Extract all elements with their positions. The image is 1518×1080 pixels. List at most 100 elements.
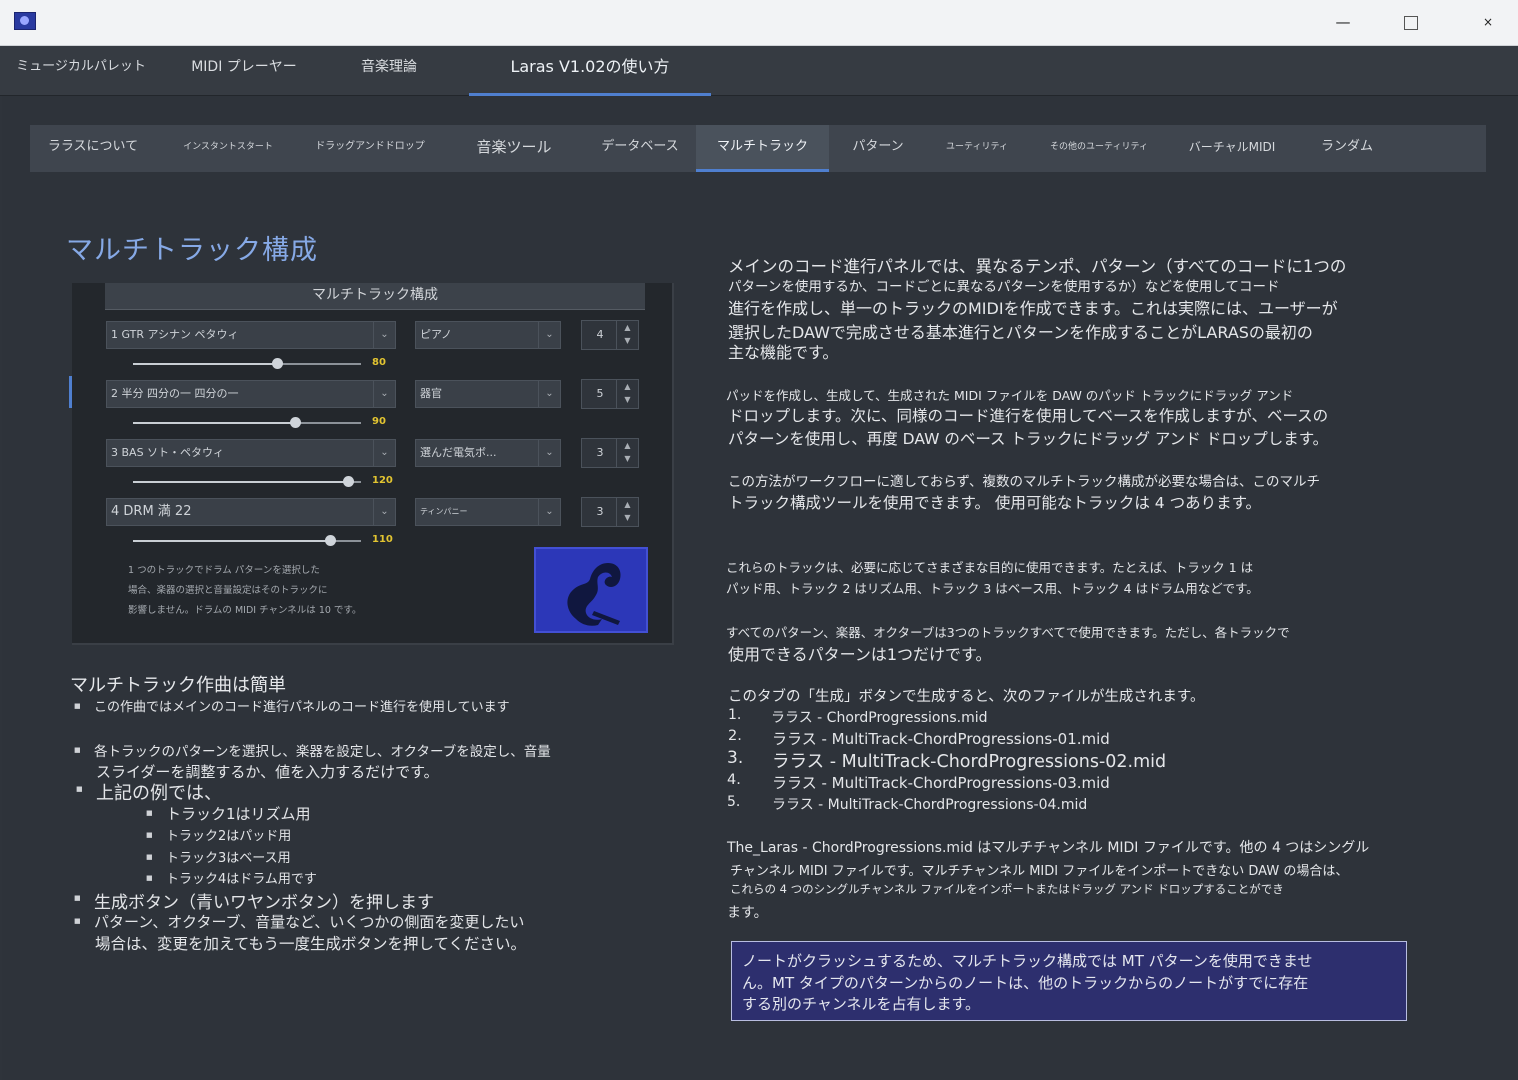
chevron-down-icon: ⌄ — [373, 322, 395, 348]
instrument-select[interactable]: ピアノ ⌄ — [415, 321, 561, 349]
instrument-select[interactable]: ティンパニー ⌄ — [415, 498, 561, 526]
page-title: マルチトラック構成 — [66, 235, 318, 266]
sub-bullet-item: トラック1はリズム用 — [146, 803, 310, 824]
paragraph-line: この方法がワークフローに適しておらず、複数のマルチトラック構成が必要な場合は、こ… — [728, 474, 1320, 490]
volume-slider[interactable] — [133, 535, 361, 546]
volume-slider-knob[interactable] — [271, 358, 283, 369]
chevron-down-icon: ⌄ — [373, 440, 395, 466]
paragraph-line: ドロップします。次に、同様のコード進行を使用してベースを作成しますが、ベースの — [728, 407, 1329, 425]
pattern-select[interactable]: 1 GTR アシナン ペタウィ ⌄ — [106, 321, 396, 349]
instrument-select[interactable]: 選んだ電気ボ... ⌄ — [415, 439, 561, 467]
pattern-select[interactable]: 4 DRM 満 22 ⌄ — [106, 498, 396, 526]
octave-value: 3 — [596, 505, 604, 518]
volume-slider-fill — [133, 422, 295, 424]
panel-header: マルチトラック構成 — [105, 283, 645, 310]
file-name: ララス - MultiTrack-ChordProgressions-01.mi… — [772, 730, 1110, 748]
bullet-item: この作曲ではメインのコード進行パネルのコード進行を使用しています — [74, 696, 510, 715]
left-heading: マルチトラック作曲は簡単 — [70, 675, 286, 696]
volume-slider[interactable] — [133, 417, 361, 428]
octave-value: 4 — [596, 328, 604, 341]
sub-bullet-item: トラック4はドラム用です — [146, 868, 317, 887]
chevron-down-icon: ⌄ — [538, 381, 560, 407]
up-down-stepper-icon[interactable]: ▲ ▼ — [616, 321, 638, 349]
subtab-database[interactable]: データベース — [590, 125, 690, 172]
multitrack-panel-image: マルチトラック構成 1 GTR アシナン ペタウィ ⌄ ピアノ ⌄ 4 ▲ ▼ 80 2 半分 … — [72, 283, 674, 645]
up-down-stepper-icon[interactable]: ▲ ▼ — [616, 380, 638, 408]
list-number: 4. — [727, 772, 741, 788]
chevron-down-icon: ⌄ — [538, 440, 560, 466]
instrument-select-value: ピアノ — [420, 328, 453, 341]
volume-value: 90 — [372, 416, 386, 427]
paragraph-line: パターンを使用し、再度 DAW のベース トラックにドラッグ アンド ドロップし… — [728, 430, 1329, 448]
tab-musical-palette[interactable]: ミュージカルパレット — [14, 46, 148, 96]
instrument-select-value: 選んだ電気ボ... — [420, 446, 497, 459]
bullet-item: 各トラックのパターンを選択し、楽器を設定し、オクターブを設定し、音量 — [74, 740, 551, 760]
volume-value: 120 — [372, 475, 393, 486]
list-number: 3. — [727, 748, 744, 768]
tab-music-theory[interactable]: 音楽理論 — [344, 46, 434, 96]
minimize-button[interactable]: — — [1325, 8, 1361, 36]
subtab-pattern[interactable]: パターン — [838, 125, 918, 172]
sub-tab-bar: ララスについて インスタントスタート ドラッグアンドドロップ 音楽ツール データ… — [30, 125, 1486, 172]
volume-value: 80 — [372, 357, 386, 368]
subtab-other-utility[interactable]: その他のユーティリティ — [1036, 125, 1162, 172]
maximize-icon — [1404, 15, 1418, 30]
pattern-select-value: 1 GTR アシナン ペタウィ — [111, 328, 239, 341]
tab-how-to-use[interactable]: Laras V1.02の使い方 — [469, 46, 711, 96]
paragraph-line: これらの 4 つのシングルチャンネル ファイルをインポートまたはドラッグ アンド… — [730, 882, 1284, 896]
pattern-select-value: 3 BAS ソト・ペタウィ — [111, 446, 225, 459]
list-number: 1. — [728, 707, 742, 723]
paragraph-line: パターンを使用するか、コードごとに異なるパターンを使用するか）などを使用してコー… — [728, 279, 1280, 295]
chevron-down-icon: ⌄ — [538, 322, 560, 348]
pattern-select-value: 4 DRM 満 22 — [111, 504, 192, 519]
volume-slider[interactable] — [133, 358, 361, 369]
instrument-select[interactable]: 器官 ⌄ — [415, 380, 561, 408]
subtab-instant-start[interactable]: インスタントスタート — [174, 125, 282, 172]
generate-button — [534, 547, 648, 633]
pattern-select[interactable]: 3 BAS ソト・ペタウィ ⌄ — [106, 439, 396, 467]
octave-stepper[interactable]: 3 ▲ ▼ — [581, 497, 639, 527]
warning-line: ノートがクラッシュするため、マルチトラック構成では MT パターンを使用できませ — [742, 952, 1313, 970]
subtab-multitrack[interactable]: マルチトラック — [696, 125, 829, 172]
chevron-down-icon: ⌄ — [373, 381, 395, 407]
paragraph-line: 主な機能です。 — [728, 343, 839, 362]
list-number: 2. — [728, 728, 742, 744]
octave-stepper[interactable]: 3 ▲ ▼ — [581, 438, 639, 468]
octave-stepper[interactable]: 5 ▲ ▼ — [581, 379, 639, 409]
volume-value: 110 — [372, 534, 393, 545]
volume-slider-fill — [133, 540, 331, 542]
up-down-stepper-icon[interactable]: ▲ ▼ — [616, 439, 638, 467]
paragraph-line: パッドを作成し、生成して、生成された MIDI ファイルを DAW のパッド ト… — [726, 388, 1294, 403]
volume-slider-knob[interactable] — [343, 476, 355, 487]
volume-slider[interactable] — [133, 476, 361, 487]
subtab-random[interactable]: ランダム — [1312, 125, 1382, 172]
volume-slider-knob[interactable] — [325, 535, 337, 546]
instrument-select-value: 器官 — [420, 387, 442, 400]
paragraph-line: The_Laras - ChordProgressions.mid はマルチチャ… — [727, 840, 1370, 856]
subtab-virtual-midi[interactable]: バーチャルMIDI — [1180, 125, 1284, 172]
maximize-button[interactable] — [1393, 8, 1429, 36]
paragraph-line: メインのコード進行パネルでは、異なるテンポ、パターン（すべてのコードに1つの — [728, 257, 1347, 276]
chevron-down-icon: ⌄ — [373, 499, 395, 525]
close-button[interactable]: × — [1470, 8, 1506, 36]
paragraph-line: すべてのパターン、楽器、オクターブは3つのトラックすべてで使用できます。ただし、… — [726, 625, 1290, 640]
pattern-select[interactable]: 2 半分 四分の一 四分の一 ⌄ — [106, 380, 396, 408]
subtab-drag-and-drop[interactable]: ドラッグアンドドロップ — [302, 125, 438, 172]
app-logo-icon — [14, 12, 36, 30]
octave-value: 5 — [596, 387, 604, 400]
volume-slider-fill — [133, 481, 349, 483]
up-down-stepper-icon[interactable]: ▲ ▼ — [616, 498, 638, 526]
volume-slider-knob[interactable] — [289, 417, 301, 428]
panel-note-line: 1 つのトラックでドラム パターンを選択した — [128, 565, 320, 576]
octave-value: 3 — [596, 446, 604, 459]
bullet-item: 生成ボタン（青いワヤンボタン）を押します — [74, 888, 434, 913]
panel-note-line: 場合、楽器の選択と音量設定はそのトラックに — [128, 585, 328, 596]
subtab-about[interactable]: ララスについて — [36, 125, 150, 172]
octave-stepper[interactable]: 4 ▲ ▼ — [581, 320, 639, 350]
subtab-music-tools[interactable]: 音楽ツール — [464, 125, 564, 172]
main-tab-bar: ミュージカルパレット MIDI プレーヤー 音楽理論 Laras V1.02の使… — [0, 46, 1518, 96]
tab-midi-player[interactable]: MIDI プレーヤー — [186, 46, 302, 96]
subtab-utility[interactable]: ユーティリティ — [936, 125, 1018, 172]
file-name: ララス - ChordProgressions.mid — [771, 710, 988, 726]
bullet-item: パターン、オクターブ、音量など、いくつかの側面を変更したい — [74, 911, 524, 932]
